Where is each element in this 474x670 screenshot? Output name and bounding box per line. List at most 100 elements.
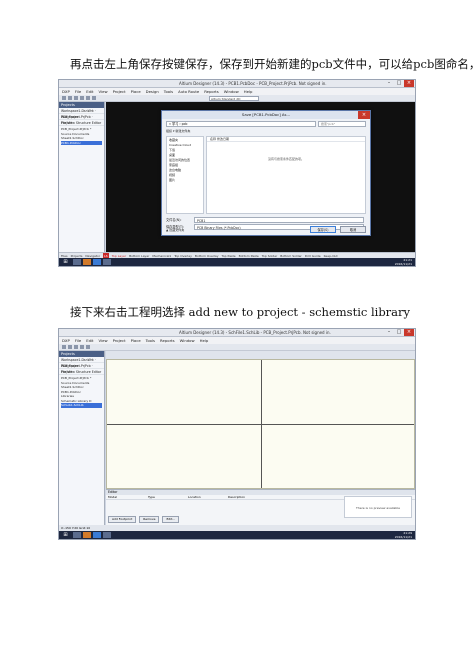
remove-button[interactable]: Remove [139, 516, 160, 523]
toolbar-icons [62, 345, 90, 349]
menu-tools[interactable]: Tools [146, 337, 155, 344]
menu-dxp[interactable]: DXP [62, 88, 70, 95]
workspace-name: Workspace1.DsnWrk [61, 109, 94, 113]
toolbar-icons [62, 96, 96, 100]
file-list[interactable]: 名称 修改日期 没有与搜索条件匹配的项。 [206, 136, 366, 214]
screenshot-schematic-library: Altium Designer (14.3) - SchFile1.SchLib… [58, 328, 416, 540]
menu-edit[interactable]: Edit [86, 88, 93, 95]
search-input[interactable]: 搜索"pcb" [318, 121, 366, 127]
dialog-close-icon[interactable]: × [358, 111, 370, 119]
open-icon[interactable] [68, 345, 72, 349]
app-title: Altium Designer (14.3) - PCB1.PcbDoc - P… [179, 81, 327, 86]
acrobat-app-icon[interactable] [103, 259, 111, 265]
undo-icon[interactable] [92, 96, 96, 100]
print-icon[interactable] [80, 96, 84, 100]
menu-project[interactable]: Project [113, 88, 126, 95]
col-description[interactable]: Description [226, 495, 266, 499]
save-button[interactable]: 保存(S) [310, 226, 336, 233]
projects-panel: Projects Workspace1.DsnWrk · Workspace P… [59, 351, 105, 525]
cancel-button[interactable]: 取消 [340, 226, 366, 233]
tree-item-schlib[interactable]: SchLib1.SchLib [61, 403, 102, 408]
taskbar-clock[interactable]: 21:21 2016/11/21 [395, 258, 412, 266]
menu-help[interactable]: Help [200, 337, 209, 344]
menu-dxp[interactable]: DXP [62, 337, 70, 344]
document-tabs: Sheet1.SchDoc PCB1.PcbDoc SchLib1.SchLib [106, 351, 415, 368]
view-mode-row[interactable]: File View Structure Editor [59, 120, 104, 126]
workspace-name: Workspace1.DsnWrk [61, 358, 94, 362]
windows-start-icon[interactable]: ⊞ [61, 532, 70, 538]
menu-view[interactable]: View [99, 337, 108, 344]
edit-button[interactable]: Edit... [162, 516, 180, 523]
menu-file[interactable]: File [75, 337, 81, 344]
altium-app-icon[interactable] [93, 259, 101, 265]
menu-design[interactable]: Design [146, 88, 159, 95]
nav-pictures[interactable]: 图片 [169, 178, 201, 183]
menu-auto-route[interactable]: Auto Route [178, 88, 199, 95]
save-icon[interactable] [74, 96, 78, 100]
maximize-icon[interactable]: □ [394, 80, 404, 87]
new-icon[interactable] [62, 96, 66, 100]
menu-file[interactable]: File [75, 88, 81, 95]
zoom-icon[interactable] [86, 345, 90, 349]
toolbar [59, 344, 415, 351]
minimize-icon[interactable]: – [384, 80, 394, 87]
acrobat-app-icon[interactable] [103, 532, 111, 538]
col-model[interactable]: Model [106, 495, 146, 499]
schematic-library-canvas[interactable] [106, 359, 415, 489]
altium-app-icon[interactable] [93, 532, 101, 538]
browser-app-icon[interactable] [83, 532, 91, 538]
menu-reports[interactable]: Reports [204, 88, 219, 95]
menu-tools[interactable]: Tools [164, 88, 173, 95]
dialog-toolbar[interactable]: 组织 ▾ 新建文件夹 [166, 129, 366, 134]
tree-item-pcb[interactable]: PCB1.PcbDoc [61, 140, 102, 145]
view-mode-row[interactable]: File View Structure Editor [59, 369, 104, 375]
view-config-select[interactable]: Altium Standard 2D [209, 96, 259, 101]
minimize-icon[interactable]: – [384, 329, 394, 336]
explorer-app-icon[interactable] [73, 259, 81, 265]
file-list-header[interactable]: 名称 修改日期 [207, 137, 365, 142]
taskbar-apps [73, 532, 111, 538]
origin-horizontal-axis [107, 424, 414, 425]
menu-help[interactable]: Help [244, 88, 253, 95]
maximize-icon[interactable]: □ [394, 329, 404, 336]
window-controls: – □ × [384, 329, 414, 337]
document-page: 再点击左上角保存按键保存，保存到开始新建的pcb文件中，可以给pcb图命名， A… [0, 0, 474, 670]
paragraph-add-library-instructions: 接下来右击工程明选择 add new to project - schemsti… [70, 305, 411, 319]
model-editor-panel: Editor Model Type Location Description T… [106, 489, 415, 525]
add-footprint-button[interactable]: Add Footprint [108, 516, 137, 523]
close-icon[interactable]: × [404, 329, 414, 336]
menu-place[interactable]: Place [131, 88, 141, 95]
windows-start-icon[interactable]: ⊞ [61, 259, 70, 265]
new-icon[interactable] [62, 345, 66, 349]
windows-taskbar: ⊞ 21:29 2016/11/21 [59, 531, 415, 539]
filetype-select[interactable]: PCB Binary Files (*.PcbDoc) [194, 224, 364, 230]
menu-bar: DXP File Edit View Project Place Design … [59, 88, 415, 95]
browser-app-icon[interactable] [83, 259, 91, 265]
hide-folders-toggle[interactable]: ▲ 隐藏文件夹 [166, 228, 184, 232]
menu-reports[interactable]: Reports [160, 337, 175, 344]
col-location[interactable]: Location [186, 495, 226, 499]
path-breadcrumb[interactable]: « 学习 › pcb [166, 121, 316, 127]
menu-window[interactable]: Window [224, 88, 239, 95]
save-icon[interactable] [74, 345, 78, 349]
taskbar-apps [73, 259, 111, 265]
menu-place[interactable]: Place [131, 337, 141, 344]
zoom-icon[interactable] [86, 96, 90, 100]
dialog-title-text: Save [PCB1.PcbDoc] As... [241, 112, 291, 117]
print-icon[interactable] [80, 345, 84, 349]
open-icon[interactable] [68, 96, 72, 100]
filename-row: 文件名(N): PCB1 [166, 217, 364, 223]
explorer-app-icon[interactable] [73, 532, 81, 538]
project-name: PCB_Project.PrjPcb [61, 115, 91, 119]
project-name: PCB_Project.PrjPcb [61, 364, 91, 368]
menu-edit[interactable]: Edit [86, 337, 93, 344]
menu-view[interactable]: View [99, 88, 108, 95]
dialog-title: Save [PCB1.PcbDoc] As... × [162, 111, 370, 119]
menu-window[interactable]: Window [180, 337, 195, 344]
col-type[interactable]: Type [146, 495, 186, 499]
taskbar-clock[interactable]: 21:29 2016/11/21 [395, 531, 412, 539]
menu-project[interactable]: Project [113, 337, 126, 344]
filename-input[interactable]: PCB1 [194, 217, 364, 223]
windows-taskbar: ⊞ 21:21 2016/11/21 [59, 258, 415, 266]
close-icon[interactable]: × [404, 80, 414, 87]
